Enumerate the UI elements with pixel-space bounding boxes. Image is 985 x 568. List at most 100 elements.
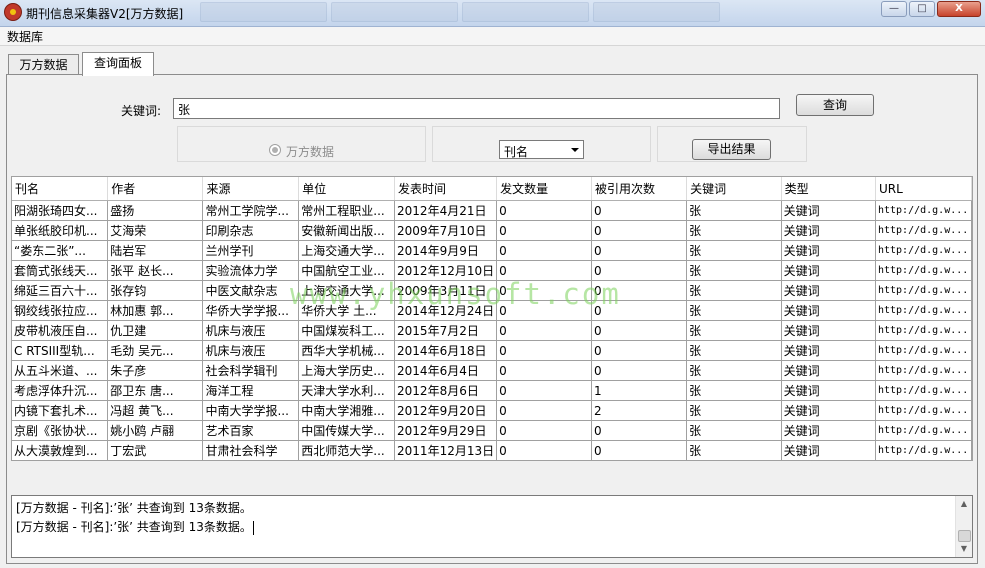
table-cell-url[interactable]: http://d.g.w... (875, 400, 972, 421)
keyword-input[interactable]: 张 (173, 98, 780, 119)
table-cell-citation-count[interactable]: 0 (591, 340, 688, 361)
table-cell-type[interactable]: 关键词 (781, 280, 876, 301)
table-cell-citation-count[interactable]: 0 (591, 260, 688, 281)
table-cell-type[interactable]: 关键词 (781, 440, 876, 460)
column-header-title[interactable]: 刊名 (12, 177, 109, 201)
table-cell-keyword[interactable]: 张 (686, 420, 782, 441)
table-cell-article-count[interactable]: 0 (496, 280, 592, 301)
table-cell-author[interactable]: 陆岩军 (107, 240, 204, 261)
table-cell-unit[interactable]: 中国传媒大学... (298, 420, 396, 441)
table-cell-source[interactable]: 中南大学学报... (202, 400, 300, 421)
table-cell-author[interactable]: 艾海荣 (107, 220, 204, 241)
table-cell-publish-date[interactable]: 2014年9月9日 (394, 240, 498, 261)
table-cell-source[interactable]: 机床与液压 (202, 320, 300, 341)
column-header-keyword[interactable]: 关键词 (686, 177, 782, 201)
table-cell-keyword[interactable]: 张 (686, 360, 782, 381)
table-cell-unit[interactable]: 天津大学水利... (298, 380, 396, 401)
table-cell-article-count[interactable]: 0 (496, 240, 592, 261)
table-cell-article-count[interactable]: 0 (496, 420, 592, 441)
table-cell-type[interactable]: 关键词 (781, 360, 876, 381)
table-cell-unit[interactable]: 西华大学机械... (298, 340, 396, 361)
table-cell-title[interactable]: 皮带机液压自... (12, 320, 109, 341)
table-cell-title[interactable]: 内镜下套扎术... (12, 400, 109, 421)
table-cell-article-count[interactable]: 0 (496, 340, 592, 361)
table-cell-type[interactable]: 关键词 (781, 420, 876, 441)
table-cell-type[interactable]: 关键词 (781, 340, 876, 361)
table-cell-unit[interactable]: 华侨大学 土... (298, 300, 396, 321)
field-select[interactable]: 刊名 (499, 140, 584, 159)
table-cell-author[interactable]: 冯超 黄飞... (107, 400, 204, 421)
minimize-button[interactable]: — (881, 1, 907, 17)
table-cell-source[interactable]: 艺术百家 (202, 420, 300, 441)
column-header-publish-date[interactable]: 发表时间 (394, 177, 498, 201)
table-cell-type[interactable]: 关键词 (781, 320, 876, 341)
table-cell-citation-count[interactable]: 1 (591, 380, 688, 401)
column-header-type[interactable]: 类型 (781, 177, 876, 201)
table-cell-source[interactable]: 海洋工程 (202, 380, 300, 401)
table-cell-citation-count[interactable]: 0 (591, 320, 688, 341)
table-cell-article-count[interactable]: 0 (496, 300, 592, 321)
table-cell-url[interactable]: http://d.g.w... (875, 380, 972, 401)
query-button[interactable]: 查询 (796, 94, 874, 116)
table-cell-type[interactable]: 关键词 (781, 200, 876, 221)
table-cell-url[interactable]: http://d.g.w... (875, 440, 972, 460)
table-cell-citation-count[interactable]: 2 (591, 400, 688, 421)
table-row[interactable]: 套筒式张线天... 张平 赵长... 实验流体力学 中国航空工业... 2012年12月… (12, 260, 972, 281)
column-header-source[interactable]: 来源 (202, 177, 300, 201)
table-row[interactable]: 从大漠敦煌到... 丁宏武 甘肃社会科学 西北师范大学... 2011年12月13日 0 0… (12, 440, 972, 460)
table-cell-publish-date[interactable]: 2009年7月10日 (394, 220, 498, 241)
table-cell-publish-date[interactable]: 2014年12月24日 (394, 300, 498, 321)
table-cell-article-count[interactable]: 0 (496, 320, 592, 341)
table-cell-article-count[interactable]: 0 (496, 260, 592, 281)
table-cell-author[interactable]: 丁宏武 (107, 440, 204, 460)
table-cell-citation-count[interactable]: 0 (591, 300, 688, 321)
table-cell-publish-date[interactable]: 2009年3月11日 (394, 280, 498, 301)
table-cell-citation-count[interactable]: 0 (591, 440, 688, 460)
table-cell-source[interactable]: 甘肃社会科学 (202, 440, 300, 460)
table-cell-article-count[interactable]: 0 (496, 360, 592, 381)
table-cell-source[interactable]: 兰州学刊 (202, 240, 300, 261)
table-cell-title[interactable]: 京剧《张协状... (12, 420, 109, 441)
menu-item-database[interactable]: 数据库 (7, 28, 43, 45)
table-row[interactable]: 内镜下套扎术... 冯超 黄飞... 中南大学学报... 中南大学湘雅... 2012年… (12, 400, 972, 421)
maximize-button[interactable]: □ (909, 1, 935, 17)
table-cell-author[interactable]: 邵卫东 唐... (107, 380, 204, 401)
table-cell-unit[interactable]: 中国煤炭科工... (298, 320, 396, 341)
table-cell-title[interactable]: 钢绞线张拉应... (12, 300, 109, 321)
table-cell-keyword[interactable]: 张 (686, 320, 782, 341)
table-cell-citation-count[interactable]: 0 (591, 280, 688, 301)
table-cell-author[interactable]: 林加惠 郭... (107, 300, 204, 321)
table-cell-source[interactable]: 社会科学辑刊 (202, 360, 300, 381)
table-cell-citation-count[interactable]: 0 (591, 420, 688, 441)
table-cell-publish-date[interactable]: 2012年12月10日 (394, 260, 498, 281)
table-cell-title[interactable]: 从五斗米道、... (12, 360, 109, 381)
table-cell-unit[interactable]: 中南大学湘雅... (298, 400, 396, 421)
table-cell-url[interactable]: http://d.g.w... (875, 340, 972, 361)
table-row[interactable]: C RTSIII型轨... 毛劲 吴元... 机床与液压 西华大学机械... 2014年… (12, 340, 972, 361)
table-cell-source[interactable]: 实验流体力学 (202, 260, 300, 281)
table-cell-type[interactable]: 关键词 (781, 380, 876, 401)
table-cell-source[interactable]: 中医文献杂志 (202, 280, 300, 301)
table-cell-url[interactable]: http://d.g.w... (875, 220, 972, 241)
table-cell-article-count[interactable]: 0 (496, 440, 592, 460)
table-cell-publish-date[interactable]: 2012年8月6日 (394, 380, 498, 401)
tab-query-panel[interactable]: 查询面板 (82, 52, 154, 76)
table-cell-keyword[interactable]: 张 (686, 280, 782, 301)
table-row[interactable]: 钢绞线张拉应... 林加惠 郭... 华侨大学学报... 华侨大学 土... 2014年… (12, 300, 972, 321)
column-header-author[interactable]: 作者 (107, 177, 204, 201)
table-cell-keyword[interactable]: 张 (686, 400, 782, 421)
table-cell-type[interactable]: 关键词 (781, 260, 876, 281)
table-cell-url[interactable]: http://d.g.w... (875, 420, 972, 441)
table-cell-keyword[interactable]: 张 (686, 200, 782, 221)
table-cell-publish-date[interactable]: 2012年9月20日 (394, 400, 498, 421)
table-cell-publish-date[interactable]: 2012年9月29日 (394, 420, 498, 441)
table-cell-keyword[interactable]: 张 (686, 380, 782, 401)
table-cell-author[interactable]: 仇卫建 (107, 320, 204, 341)
table-cell-author[interactable]: 朱子彦 (107, 360, 204, 381)
table-cell-keyword[interactable]: 张 (686, 300, 782, 321)
results-grid[interactable]: 刊名 作者 来源 单位 发表时间 发文数量 被引用次数 关键词 类型 URL 阳湖张琦四女... 盛… (11, 176, 973, 461)
table-cell-keyword[interactable]: 张 (686, 260, 782, 281)
table-cell-publish-date[interactable]: 2012年4月21日 (394, 200, 498, 221)
table-cell-unit[interactable]: 上海大学历史... (298, 360, 396, 381)
table-cell-url[interactable]: http://d.g.w... (875, 360, 972, 381)
